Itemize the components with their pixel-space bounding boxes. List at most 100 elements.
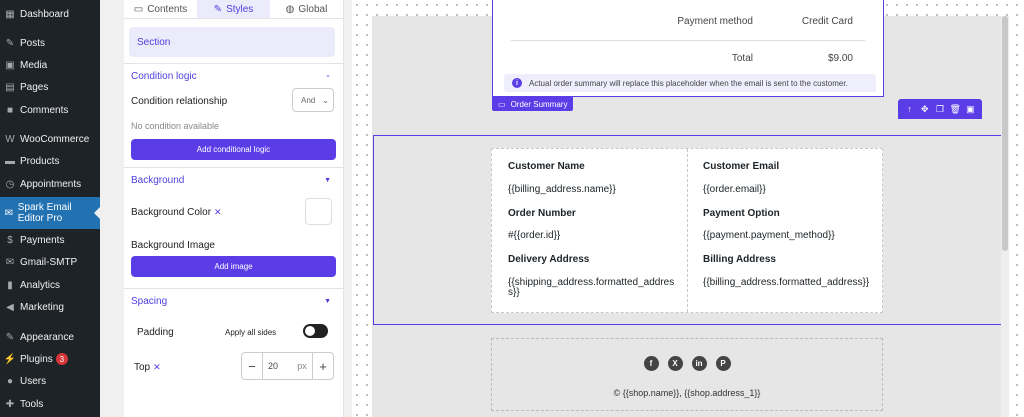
woo-icon: W [5,133,15,145]
unit-label: px [292,353,313,379]
wp-admin-sidebar: ▦ Dashboard ✎ Posts ▣ Media ▤ Pages ■ Comment… [0,0,100,417]
spacing-title[interactable]: Spacing [131,296,167,307]
move-up-icon[interactable]: ↑ [904,104,916,114]
clock-icon: ◷ [5,178,15,190]
customer-name-label: Customer Name [508,161,585,172]
column-divider [687,149,688,312]
background-color-swatch[interactable] [305,198,332,225]
caret-down-icon[interactable]: ▼ [324,177,331,184]
billing-address-label: Billing Address [703,254,776,265]
menu-appearance[interactable]: ✎ Appearance [0,326,100,348]
divider [124,288,344,289]
condition-logic-title[interactable]: Condition logic [131,71,197,82]
condition-relationship-select[interactable]: And ⌄ [292,88,334,112]
plug-icon: ⚡ [3,353,17,365]
menu-tools[interactable]: ✚ Tools [0,393,100,415]
menu-comments[interactable]: ■ Comments [0,99,100,121]
pinterest-icon[interactable]: P [715,356,731,371]
email-footer-block[interactable]: f X in P © {{shop.name}}, {{shop.address… [491,338,883,411]
payment-method-row: Payment method Credit Card [677,16,853,27]
menu-woocommerce[interactable]: W WooCommerce [0,128,100,150]
add-conditional-logic-button[interactable]: Add conditional logic [131,139,336,160]
menu-analytics[interactable]: ▮ Analytics [0,274,100,296]
menu-gmail-smtp[interactable]: ✉ Gmail-SMTP [0,251,100,273]
linkedin-icon[interactable]: in [691,356,707,371]
page-icon: ▤ [5,81,15,93]
menu-appointments[interactable]: ◷ Appointments [0,173,100,195]
top-padding-label: Top ✕ [134,362,161,373]
add-image-button[interactable]: Add image [131,256,336,277]
social-links: f X in P [492,356,882,371]
block-toolbar: ↑ ✥ ❐ 🗑 ▣ [898,99,982,119]
editor-canvas: Payment method Credit Card Total $9.00 i Ac… [352,0,1024,417]
menu-posts[interactable]: ✎ Posts [0,32,100,54]
drag-icon[interactable]: ✥ [919,104,931,115]
background-image-label: Background Image [131,240,215,251]
order-summary-block[interactable]: Payment method Credit Card Total $9.00 i Ac… [492,0,884,97]
chevron-up-icon[interactable]: ⌄ [325,71,331,79]
menu-dashboard[interactable]: ▦ Dashboard [0,3,100,25]
wrench-icon: ✚ [5,398,15,410]
chevron-down-icon: ⌄ [322,95,329,105]
top-padding-input[interactable]: 20 [262,353,292,379]
payment-option-label: Payment Option [703,208,780,219]
tab-global[interactable]: ◍ Global [270,0,343,18]
canvas-scrollbar-thumb[interactable] [1002,16,1008,251]
save-icon[interactable]: ▣ [964,104,976,115]
pencil-icon: ✎ [213,3,223,15]
apply-all-sides-toggle[interactable] [303,324,328,338]
customer-name-value: {{billing_address.name}} [508,184,616,195]
delete-icon[interactable]: 🗑 [949,104,961,115]
delivery-address-value: {{shipping_address.formatted_address}} [508,277,675,298]
order-summary-tag[interactable]: ▭ Order Summary [492,97,574,111]
menu-media[interactable]: ▣ Media [0,54,100,76]
menu-users[interactable]: ● Users [0,370,100,392]
info-icon: i [512,78,522,88]
tab-contents[interactable]: ▭ Contents [124,0,197,18]
billing-address-value: {{billing_address.formatted_address}} [703,277,870,288]
order-number-value: #{{order.id}} [508,230,561,241]
menu-spark-email-editor[interactable]: ✉ Spark Email Editor Pro [0,197,100,229]
background-title[interactable]: Background [131,175,184,186]
menu-payments[interactable]: $ Payments [0,229,100,251]
bar-chart-icon: ▮ [7,279,13,291]
pin-icon: ✎ [5,37,15,49]
customer-email-value: {{order.email}} [703,184,766,195]
clear-icon[interactable]: ✕ [153,362,161,372]
footer-address-text: © {{shop.name}}, {{shop.address_1}} [613,388,761,398]
settings-panel: ▭ Contents ✎ Styles ◍ Global Section Condit… [100,0,451,417]
delivery-address-label: Delivery Address [508,254,590,265]
menu-pages[interactable]: ▤ Pages [0,76,100,98]
menu-marketing[interactable]: ◀ Marketing [0,296,100,318]
media-icon: ▣ [5,59,15,71]
menu-plugins[interactable]: ⚡ Plugins 3 [0,348,100,370]
total-row: Total $9.00 [731,53,853,64]
divider [124,63,344,64]
duplicate-icon[interactable]: ❐ [934,104,946,115]
clear-icon[interactable]: ✕ [214,207,222,217]
products-icon: ▬ [5,155,15,167]
menu-products[interactable]: ▬ Products [0,150,100,172]
comment-icon: ■ [6,104,14,116]
customer-info-block[interactable]: Customer Name {{billing_address.name}} O… [491,148,883,313]
minus-icon[interactable]: − [242,353,262,379]
facebook-icon[interactable]: f [643,356,659,371]
payment-option-value: {{payment.payment_method}} [703,230,835,241]
panel-tabs: ▭ Contents ✎ Styles ◍ Global [124,0,343,19]
condition-relationship-label: Condition relationship [131,96,228,107]
x-twitter-icon[interactable]: X [667,356,683,371]
placeholder-notice: i Actual order summary will replace this … [504,74,876,92]
caret-down-icon[interactable]: ▼ [324,298,331,305]
apply-all-sides-label: Apply all sides [225,328,277,337]
settings-panel-inner: ▭ Contents ✎ Styles ◍ Global Section Condit… [124,0,344,417]
brush-icon: ✎ [5,331,15,343]
plugins-update-badge: 3 [55,353,68,365]
mail-icon: ✉ [5,256,15,268]
canvas-scrollbar[interactable] [1001,16,1009,417]
tab-styles[interactable]: ✎ Styles [197,0,270,18]
content-icon: ▭ [133,3,144,15]
divider [124,167,344,168]
top-padding-stepper[interactable]: − 20 px + [241,352,334,380]
spark-icon: ✉ [4,207,14,219]
plus-icon[interactable]: + [313,353,333,379]
